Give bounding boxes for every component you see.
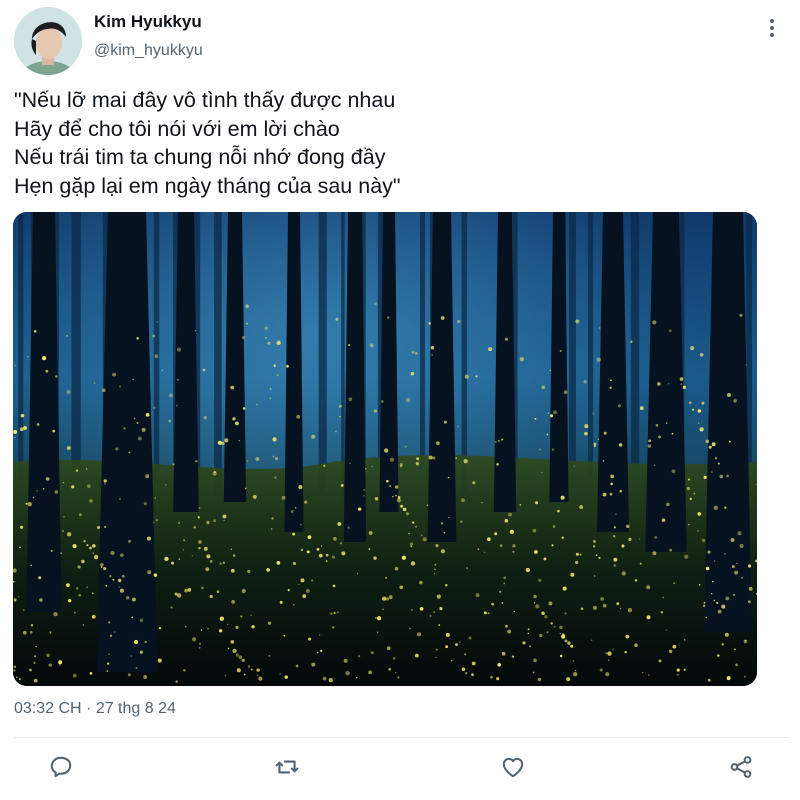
reply-icon[interactable] bbox=[46, 752, 76, 782]
tweet-text-line: Nếu trái tim ta chung nỗi nhớ đong đầy bbox=[14, 145, 386, 169]
tweet-actions bbox=[0, 740, 800, 800]
tweet-header: Kim Hyukkyu @kim_hyukkyu bbox=[0, 0, 800, 80]
tweet-text-line: Hãy để cho tôi nói với em lời chào bbox=[14, 116, 340, 141]
tweet-text-line: Hẹn gặp lại em ngày tháng của sau này" bbox=[14, 173, 401, 198]
heart-icon[interactable] bbox=[498, 752, 528, 782]
avatar[interactable] bbox=[14, 7, 82, 75]
divider bbox=[14, 737, 788, 738]
avatar-image bbox=[14, 7, 82, 75]
tweet-timestamp[interactable]: 03:32 CH · 27 thg 8 24 bbox=[14, 700, 176, 718]
tweet-media-photo[interactable] bbox=[13, 212, 757, 686]
display-name[interactable]: Kim Hyukkyu bbox=[94, 12, 202, 32]
retweet-icon[interactable] bbox=[272, 752, 302, 782]
handle[interactable]: @kim_hyukkyu bbox=[94, 42, 203, 60]
tweet-text: "Nếu lỡ mai đây vô tình thấy được nhau H… bbox=[14, 86, 774, 200]
share-icon[interactable] bbox=[726, 752, 756, 782]
more-vertical-icon[interactable] bbox=[758, 14, 786, 42]
firefly-forest-photo bbox=[13, 212, 757, 686]
tweet-text-line: "Nếu lỡ mai đây vô tình thấy được nhau bbox=[14, 88, 396, 112]
